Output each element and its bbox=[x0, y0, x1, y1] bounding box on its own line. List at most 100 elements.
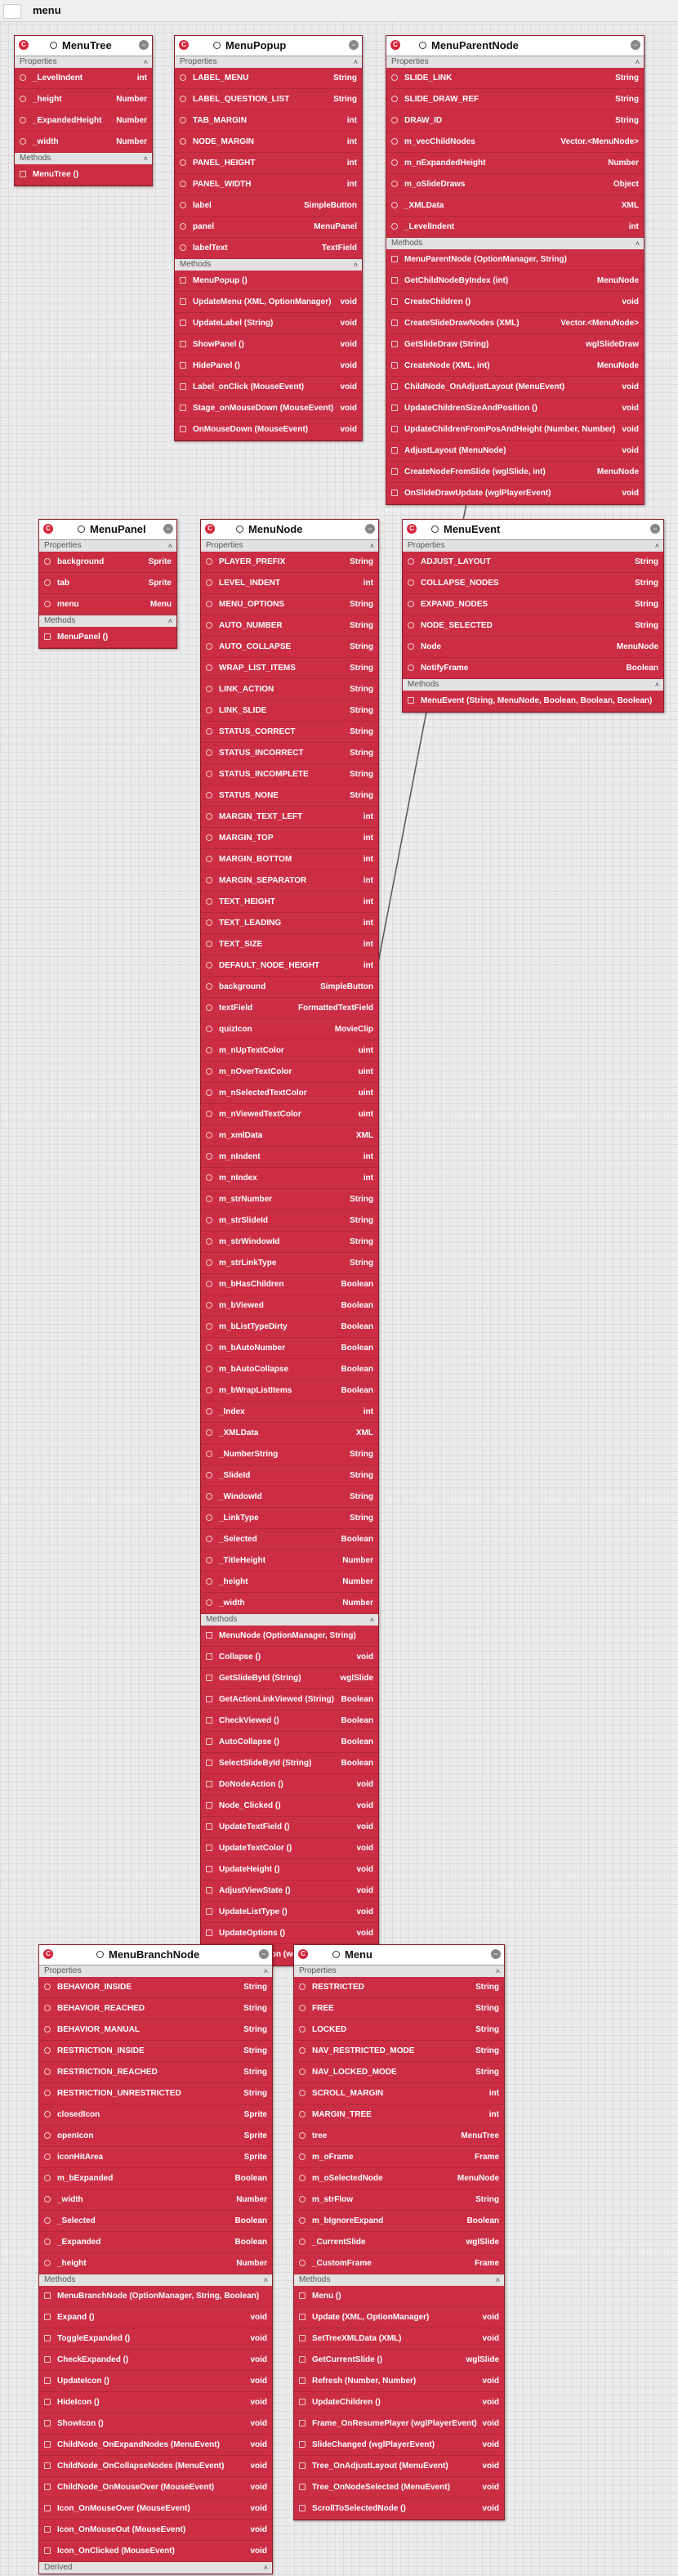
property-row[interactable]: BEHAVIOR_MANUAL String bbox=[39, 2019, 272, 2041]
property-row[interactable]: m_nViewedTextColor uint bbox=[201, 1104, 378, 1125]
properties-section-header[interactable]: Properties ˄ bbox=[294, 1966, 504, 1977]
method-row[interactable]: MenuNode (OptionManager, String) bbox=[201, 1626, 378, 1647]
property-row[interactable]: m_bWrapListItems Boolean bbox=[201, 1380, 378, 1402]
property-row[interactable]: _SlideId String bbox=[201, 1465, 378, 1487]
chevron-up-icon[interactable]: ˄ bbox=[354, 259, 358, 271]
methods-section-header[interactable]: Methods ˄ bbox=[39, 2274, 272, 2286]
property-row[interactable]: m_bListTypeDirty Boolean bbox=[201, 1317, 378, 1338]
property-row[interactable]: _NumberString String bbox=[201, 1444, 378, 1465]
chevron-up-icon[interactable]: ˄ bbox=[264, 2274, 268, 2286]
property-row[interactable]: PLAYER_PREFIX String bbox=[201, 552, 378, 573]
method-row[interactable]: Icon_OnClicked (MouseEvent) void bbox=[39, 2541, 272, 2562]
method-row[interactable]: GetSlideDraw (String) wglSlideDraw bbox=[386, 334, 644, 356]
property-row[interactable]: BEHAVIOR_REACHED String bbox=[39, 1998, 272, 2019]
property-row[interactable]: NotifyFrame Boolean bbox=[403, 658, 663, 679]
chevron-up-icon[interactable]: ˄ bbox=[496, 1966, 500, 1977]
class-box-menupopup[interactable]: C MenuPopup − Properties ˄ LABEL_MENU String LA… bbox=[174, 35, 363, 441]
method-row[interactable]: Tree_OnAdjustLayout (MenuEvent) void bbox=[294, 2456, 504, 2477]
method-row[interactable]: UpdateMenu (XML, OptionManager) void bbox=[175, 292, 362, 313]
property-row[interactable]: EXPAND_NODES String bbox=[403, 594, 663, 615]
method-row[interactable]: SetTreeXMLData (XML) void bbox=[294, 2328, 504, 2350]
property-row[interactable]: BEHAVIOR_INSIDE String bbox=[39, 1977, 272, 1998]
property-row[interactable]: textField FormattedTextField bbox=[201, 998, 378, 1019]
chevron-up-icon[interactable]: ˄ bbox=[370, 540, 374, 552]
collapse-icon[interactable]: − bbox=[163, 524, 173, 534]
property-row[interactable]: _width Number bbox=[39, 2189, 272, 2211]
property-row[interactable]: MARGIN_TREE int bbox=[294, 2104, 504, 2126]
property-row[interactable]: MARGIN_TOP int bbox=[201, 828, 378, 849]
chevron-up-icon[interactable]: ˄ bbox=[655, 679, 659, 691]
class-box-menunode[interactable]: C MenuNode − Properties ˄ PLAYER_PREFIX String… bbox=[200, 519, 379, 1966]
property-row[interactable]: _TitleHeight Number bbox=[201, 1550, 378, 1572]
property-row[interactable]: menu Menu bbox=[39, 594, 176, 615]
property-row[interactable]: TAB_MARGIN int bbox=[175, 110, 362, 132]
property-row[interactable]: RESTRICTION_INSIDE String bbox=[39, 2041, 272, 2062]
class-box-menuparentnode[interactable]: C MenuParentNode − Properties ˄ SLIDE_LINK Str… bbox=[386, 35, 645, 505]
property-row[interactable]: MARGIN_BOTTOM int bbox=[201, 849, 378, 870]
method-row[interactable]: ShowPanel () void bbox=[175, 334, 362, 356]
properties-section-header[interactable]: Properties ˄ bbox=[39, 540, 176, 552]
property-row[interactable]: AUTO_NUMBER String bbox=[201, 615, 378, 637]
property-row[interactable]: SLIDE_LINK String bbox=[386, 68, 644, 89]
method-row[interactable]: Collapse () void bbox=[201, 1647, 378, 1668]
method-row[interactable]: ShowIcon () void bbox=[39, 2413, 272, 2435]
property-row[interactable]: m_oSelectedNode MenuNode bbox=[294, 2168, 504, 2189]
property-row[interactable]: _LevelIndent int bbox=[15, 68, 152, 89]
class-box-menubranchnode[interactable]: C MenuBranchNode − Properties ˄ BEHAVIOR_INSI… bbox=[38, 1944, 273, 2574]
property-row[interactable]: TEXT_LEADING int bbox=[201, 913, 378, 934]
property-row[interactable]: _CurrentSlide wglSlide bbox=[294, 2232, 504, 2253]
methods-section-header[interactable]: Methods ˄ bbox=[403, 679, 663, 691]
method-row[interactable]: ChildNode_OnExpandNodes (MenuEvent) void bbox=[39, 2435, 272, 2456]
method-row[interactable]: Update (XML, OptionManager) void bbox=[294, 2307, 504, 2328]
method-row[interactable]: MenuParentNode (OptionManager, String) bbox=[386, 249, 644, 271]
property-row[interactable]: _Selected Boolean bbox=[39, 2211, 272, 2232]
properties-section-header[interactable]: Properties ˄ bbox=[39, 1966, 272, 1977]
collapse-icon[interactable]: − bbox=[349, 40, 359, 50]
method-row[interactable]: HideIcon () void bbox=[39, 2392, 272, 2413]
method-row[interactable]: ChildNode_OnCollapseNodes (MenuEvent) voi… bbox=[39, 2456, 272, 2477]
method-row[interactable]: HidePanel () void bbox=[175, 356, 362, 377]
properties-section-header[interactable]: Properties ˄ bbox=[201, 540, 378, 552]
property-row[interactable]: m_nIndent int bbox=[201, 1147, 378, 1168]
method-row[interactable]: MenuTree () bbox=[15, 164, 152, 186]
method-row[interactable]: Icon_OnMouseOut (MouseEvent) void bbox=[39, 2520, 272, 2541]
property-row[interactable]: LEVEL_INDENT int bbox=[201, 573, 378, 594]
methods-section-header[interactable]: Methods ˄ bbox=[294, 2274, 504, 2286]
chevron-up-icon[interactable]: ˄ bbox=[144, 153, 148, 164]
method-row[interactable]: UpdateLabel (String) void bbox=[175, 313, 362, 334]
method-row[interactable]: UpdateIcon () void bbox=[39, 2371, 272, 2392]
method-row[interactable]: UpdateListType () void bbox=[201, 1902, 378, 1923]
property-row[interactable]: TEXT_SIZE int bbox=[201, 934, 378, 955]
method-row[interactable]: Frame_OnResumePlayer (wglPlayerEvent) voi… bbox=[294, 2413, 504, 2435]
chevron-up-icon[interactable]: ˄ bbox=[168, 615, 172, 627]
method-row[interactable]: GetChildNodeByIndex (int) MenuNode bbox=[386, 271, 644, 292]
property-row[interactable]: RESTRICTION_REACHED String bbox=[39, 2062, 272, 2083]
properties-section-header[interactable]: Properties ˄ bbox=[386, 56, 644, 68]
method-row[interactable]: CheckExpanded () void bbox=[39, 2350, 272, 2371]
methods-section-header[interactable]: Methods ˄ bbox=[201, 1614, 378, 1626]
property-row[interactable]: m_strLinkType String bbox=[201, 1253, 378, 1274]
methods-section-header[interactable]: Methods ˄ bbox=[15, 153, 152, 164]
property-row[interactable]: STATUS_INCORRECT String bbox=[201, 743, 378, 764]
property-row[interactable]: SCROLL_MARGIN int bbox=[294, 2083, 504, 2104]
collapse-icon[interactable]: − bbox=[259, 1949, 269, 1959]
property-row[interactable]: _Index int bbox=[201, 1402, 378, 1423]
property-row[interactable]: label SimpleButton bbox=[175, 195, 362, 217]
property-row[interactable]: tab Sprite bbox=[39, 573, 176, 594]
methods-section-header[interactable]: Methods ˄ bbox=[39, 615, 176, 627]
chevron-up-icon[interactable]: ˄ bbox=[496, 2274, 500, 2286]
method-row[interactable]: Icon_OnMouseOver (MouseEvent) void bbox=[39, 2498, 272, 2520]
property-row[interactable]: m_nSelectedTextColor uint bbox=[201, 1083, 378, 1104]
method-row[interactable]: ScrollToSelectedNode () void bbox=[294, 2498, 504, 2520]
property-row[interactable]: PANEL_WIDTH int bbox=[175, 174, 362, 195]
method-row[interactable]: ChildNode_OnAdjustLayout (MenuEvent) void bbox=[386, 377, 644, 398]
chevron-up-icon[interactable]: ˄ bbox=[354, 56, 358, 68]
class-box-menuevent[interactable]: C MenuEvent − Properties ˄ ADJUST_LAYOUT Strin… bbox=[402, 519, 664, 713]
method-row[interactable]: OnMouseDown (MouseEvent) void bbox=[175, 419, 362, 441]
property-row[interactable]: ADJUST_LAYOUT String bbox=[403, 552, 663, 573]
method-row[interactable]: UpdateTextColor () void bbox=[201, 1838, 378, 1859]
property-row[interactable]: NAV_RESTRICTED_MODE String bbox=[294, 2041, 504, 2062]
property-row[interactable]: RESTRICTED String bbox=[294, 1977, 504, 1998]
method-row[interactable]: MenuBranchNode (OptionManager, String, B… bbox=[39, 2286, 272, 2307]
property-row[interactable]: STATUS_CORRECT String bbox=[201, 722, 378, 743]
